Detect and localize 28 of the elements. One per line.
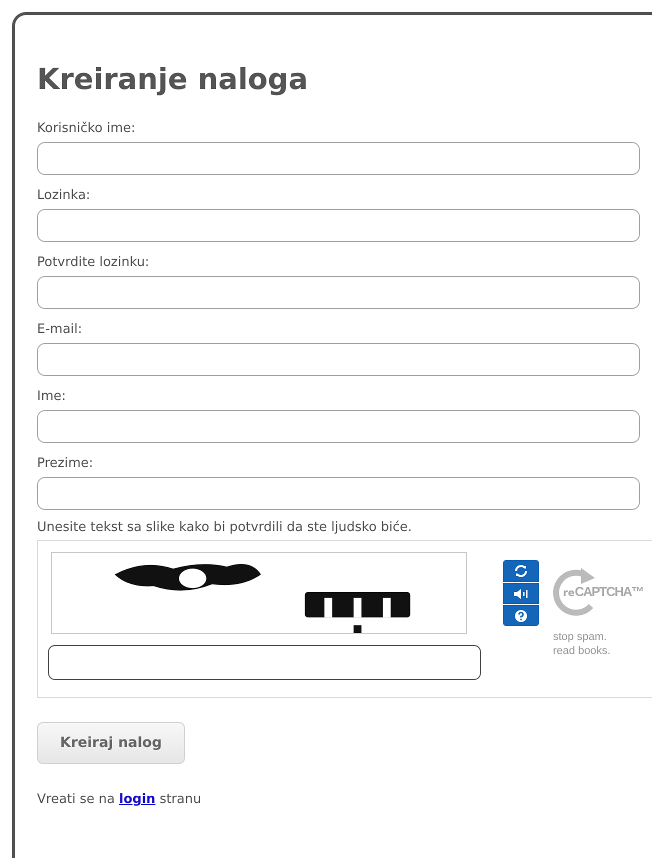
refresh-icon (514, 564, 528, 578)
captcha-input[interactable] (48, 645, 481, 680)
logo-text: CAPTCHA™ (574, 583, 644, 601)
input-field[interactable] (37, 209, 640, 242)
login-link[interactable]: login (119, 792, 156, 807)
input-field[interactable] (37, 276, 640, 309)
refresh-button[interactable] (503, 560, 539, 582)
field-label: Ime: (37, 389, 66, 405)
field-label: Prezime: (37, 456, 94, 472)
field-label: Lozinka: (37, 188, 90, 204)
input-field[interactable] (37, 477, 640, 510)
field-label: E-mail: (37, 322, 82, 338)
tagline-text: stop spam. (553, 630, 608, 644)
help-button[interactable] (503, 605, 539, 626)
input-field[interactable] (37, 142, 640, 175)
input-field[interactable] (37, 343, 640, 376)
logo-prefix: re (563, 587, 575, 601)
page-title: Kreiranje naloga (37, 61, 308, 97)
help-icon (515, 610, 527, 622)
field-label: Potvrdite lozinku: (37, 255, 150, 271)
captcha-instruction: Unesite tekst sa slike kako bi potvrdili da ste ljudsko biće. (37, 520, 412, 536)
tagline-text: read books. (553, 644, 610, 658)
submit-button[interactable]: Kreiraj nalog (37, 722, 185, 764)
input-field[interactable] (37, 410, 640, 443)
audio-button[interactable] (503, 583, 539, 604)
speaker-icon (513, 588, 529, 600)
back-to-login-text: Vreati se na login stranu (37, 791, 202, 809)
field-label: Korisničko ime: (37, 121, 136, 137)
